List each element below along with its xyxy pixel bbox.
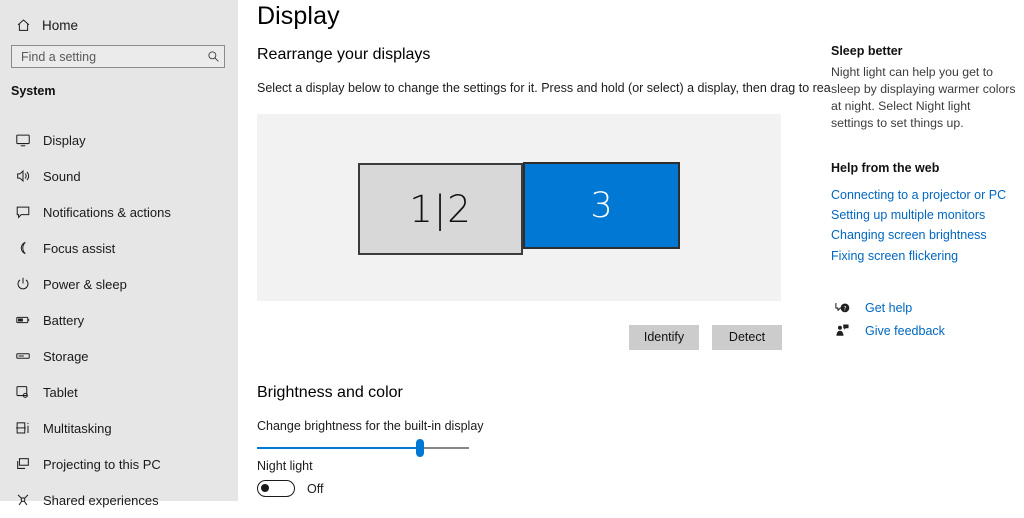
sidebar-item-tablet[interactable]: Tablet (0, 374, 238, 410)
display-monitor-label: 1|2 (409, 188, 472, 231)
sleep-better-heading: Sleep better (831, 44, 903, 58)
help-from-web-heading: Help from the web (831, 161, 939, 175)
sidebar-section-title: System (11, 84, 55, 98)
sidebar-item-sound[interactable]: Sound (0, 158, 238, 194)
sidebar-item-notifications[interactable]: Notifications & actions (0, 194, 238, 230)
identify-button[interactable]: Identify (629, 325, 699, 350)
give-feedback-label: Give feedback (865, 324, 945, 338)
display-action-buttons: Identify Detect (629, 325, 782, 350)
home-icon (12, 18, 34, 33)
monitor-icon (11, 132, 35, 148)
sidebar-item-label: Sound (43, 169, 81, 184)
right-panel: Sleep better Night light can help you ge… (831, 0, 1024, 501)
help-link-screen-flickering[interactable]: Fixing screen flickering (831, 249, 958, 263)
sidebar-home-label: Home (42, 18, 78, 33)
sidebar-item-label: Focus assist (43, 241, 115, 256)
sidebar-item-storage[interactable]: Storage (0, 338, 238, 374)
help-link-screen-brightness[interactable]: Changing screen brightness (831, 228, 987, 242)
sleep-better-body: Night light can help you get to sleep by… (831, 64, 1016, 132)
get-help-action[interactable]: ? Get help (831, 299, 912, 316)
give-feedback-action[interactable]: Give feedback (831, 322, 945, 339)
sidebar-item-label: Shared experiences (43, 493, 159, 508)
question-bubble-icon: ? (831, 299, 853, 316)
help-link-projector[interactable]: Connecting to a projector or PC (831, 188, 1006, 202)
brightness-slider-fill (257, 447, 420, 449)
sidebar-item-projecting[interactable]: Projecting to this PC (0, 446, 238, 482)
display-monitor-label: 3 (590, 186, 612, 226)
feedback-person-icon (831, 322, 853, 339)
page-title: Display (257, 2, 340, 31)
sidebar-item-label: Notifications & actions (43, 205, 171, 220)
sidebar-item-display[interactable]: Display (0, 122, 238, 158)
night-light-toggle-row: Off (257, 480, 323, 497)
rearrange-heading: Rearrange your displays (257, 46, 430, 64)
projecting-icon (11, 456, 35, 472)
display-monitor-3[interactable]: 3 (523, 162, 680, 249)
detect-button[interactable]: Detect (712, 325, 782, 350)
sidebar-item-focus-assist[interactable]: Focus assist (0, 230, 238, 266)
brightness-slider-label: Change brightness for the built-in displ… (257, 419, 484, 433)
sidebar-nav-list: Display Sound Notifica (0, 122, 238, 518)
left-sidebar: Home System Display (0, 0, 238, 501)
notification-icon (11, 204, 35, 220)
help-link-multiple-monitors[interactable]: Setting up multiple monitors (831, 208, 985, 222)
sidebar-home-button[interactable]: Home (0, 10, 238, 40)
search-input[interactable] (12, 46, 202, 67)
multitasking-icon (11, 420, 35, 436)
brightness-heading: Brightness and color (257, 384, 403, 402)
sidebar-item-label: Battery (43, 313, 84, 328)
svg-text:?: ? (843, 305, 846, 312)
toggle-knob (261, 484, 269, 492)
sidebar-item-label: Projecting to this PC (43, 457, 161, 472)
sidebar-item-label: Power & sleep (43, 277, 127, 292)
battery-icon (11, 312, 35, 328)
shared-experiences-icon (11, 492, 35, 508)
display-arrangement-canvas[interactable]: 1|2 3 (257, 114, 781, 301)
rearrange-description: Select a display below to change the set… (257, 81, 880, 95)
brightness-slider-thumb[interactable] (416, 439, 424, 457)
storage-icon (11, 348, 35, 364)
sidebar-item-battery[interactable]: Battery (0, 302, 238, 338)
night-light-state: Off (307, 482, 323, 496)
display-monitor-1-2[interactable]: 1|2 (358, 163, 523, 255)
brightness-slider[interactable] (257, 438, 469, 458)
sidebar-item-label: Display (43, 133, 86, 148)
search-icon[interactable] (202, 50, 224, 63)
night-light-label: Night light (257, 459, 313, 473)
sidebar-item-shared-experiences[interactable]: Shared experiences (0, 482, 238, 518)
moon-icon (11, 240, 35, 256)
speaker-icon (11, 168, 35, 184)
sidebar-item-label: Storage (43, 349, 89, 364)
get-help-label: Get help (865, 301, 912, 315)
sidebar-item-label: Tablet (43, 385, 78, 400)
settings-window: Home System Display (0, 0, 1024, 501)
sidebar-item-multitasking[interactable]: Multitasking (0, 410, 238, 446)
sidebar-item-label: Multitasking (43, 421, 112, 436)
search-box[interactable] (11, 45, 225, 68)
power-icon (11, 276, 35, 292)
sidebar-item-power-sleep[interactable]: Power & sleep (0, 266, 238, 302)
night-light-toggle[interactable] (257, 480, 295, 497)
tablet-icon (11, 384, 35, 400)
